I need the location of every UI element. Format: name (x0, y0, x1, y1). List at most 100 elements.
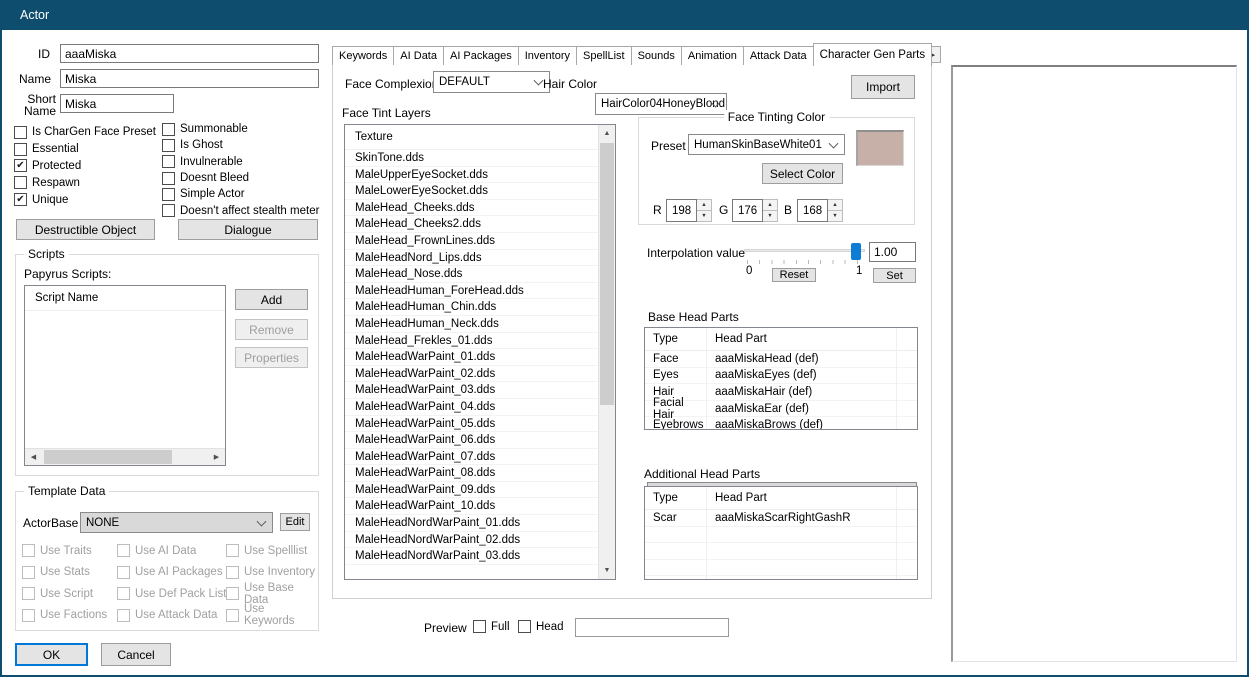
tab[interactable]: Attack Data (742, 46, 814, 65)
short-name-input[interactable]: Miska (60, 94, 174, 113)
ok-button[interactable]: OK (15, 643, 88, 666)
tab[interactable]: SpellList (576, 46, 632, 65)
spin-up-icon[interactable]: ▲ (828, 200, 842, 211)
interpolation-slider-thumb[interactable] (851, 243, 861, 260)
base-head-parts-table[interactable]: Type Head Part Face aaaMiskaHead (def) E… (644, 327, 918, 430)
tint-layer-row[interactable]: MaleHeadWarPaint_05.dds (345, 416, 598, 433)
tint-layer-row[interactable]: MaleHeadWarPaint_06.dds (345, 432, 598, 449)
tint-layer-row[interactable]: SkinTone.dds (345, 150, 598, 167)
scroll-up-icon[interactable]: ▲ (599, 125, 615, 142)
tint-layer-row[interactable]: MaleHeadWarPaint_08.dds (345, 465, 598, 482)
template-flag-checkbox[interactable] (117, 608, 130, 622)
template-flag-checkbox[interactable] (22, 587, 35, 601)
blue-value[interactable]: 168 (797, 199, 828, 222)
flag-checkbox[interactable] (14, 125, 27, 139)
script-properties-button[interactable]: Properties (235, 347, 308, 368)
template-flag-checkbox[interactable] (226, 544, 239, 558)
title-bar[interactable]: Actor (2, 2, 1247, 30)
tint-layer-row[interactable]: MaleHeadWarPaint_03.dds (345, 382, 598, 399)
actorbase-combo[interactable]: NONE (80, 512, 273, 533)
tint-layer-row[interactable]: MaleHeadWarPaint_09.dds (345, 482, 598, 499)
tint-layer-row[interactable]: MaleHead_Nose.dds (345, 266, 598, 283)
red-spinner[interactable]: 198 ▲ ▼ (666, 199, 712, 222)
green-value[interactable]: 176 (732, 199, 763, 222)
remove-script-button[interactable]: Remove (235, 319, 308, 340)
tint-layer-row[interactable]: MaleLowerEyeSocket.dds (345, 183, 598, 200)
head-part-row[interactable]: Scar aaaMiskaScarRightGashR (645, 510, 917, 527)
scroll-right-icon[interactable]: ▶ (208, 449, 225, 465)
add-script-button[interactable]: Add (235, 289, 308, 310)
tint-list-vertical-scrollbar[interactable]: ▲ ▼ (598, 125, 615, 579)
dialogue-button[interactable]: Dialogue (178, 219, 318, 240)
red-value[interactable]: 198 (666, 199, 697, 222)
tint-layer-row[interactable]: MaleHeadNord_Lips.dds (345, 250, 598, 267)
flag-checkbox[interactable] (14, 176, 27, 190)
tint-layer-row[interactable]: MaleHeadNordWarPaint_03.dds (345, 548, 598, 565)
tint-layer-row[interactable]: MaleHeadWarPaint_04.dds (345, 399, 598, 416)
additional-head-parts-table[interactable]: Type Head Part Scar aaaMiskaScarRightGas… (644, 486, 918, 580)
id-input[interactable]: aaaMiska (60, 44, 319, 63)
tint-layer-row[interactable]: MaleHeadWarPaint_01.dds (345, 349, 598, 366)
head-part-row[interactable]: Eyebrows aaaMiskaBrows (def) (645, 417, 917, 429)
template-flag-checkbox[interactable] (226, 587, 239, 601)
tab[interactable]: Keywords (332, 46, 395, 65)
template-flag-checkbox[interactable] (22, 544, 35, 558)
spin-down-icon[interactable]: ▼ (763, 211, 777, 221)
tint-layer-row[interactable]: MaleHeadHuman_Chin.dds (345, 299, 598, 316)
tint-layer-row[interactable]: MaleHeadWarPaint_02.dds (345, 366, 598, 383)
interpolation-value-input[interactable]: 1.00 (869, 242, 916, 262)
tab[interactable]: Animation (680, 46, 744, 65)
tab[interactable]: Inventory (517, 46, 577, 65)
template-flag-checkbox[interactable] (117, 565, 130, 579)
scroll-down-icon[interactable]: ▼ (599, 562, 615, 579)
tab[interactable]: AI Data (393, 46, 444, 65)
tint-layer-row[interactable]: MaleHead_Cheeks.dds (345, 200, 598, 217)
template-flag-checkbox[interactable] (226, 565, 239, 579)
template-flag-checkbox[interactable] (22, 565, 35, 579)
scrollbar-thumb[interactable] (600, 143, 614, 405)
tint-preset-combo[interactable]: HumanSkinBaseWhite01 (688, 134, 845, 155)
flag-checkbox[interactable] (162, 122, 175, 136)
tint-layer-row[interactable]: MaleHeadNordWarPaint_02.dds (345, 532, 598, 549)
preview-text-input[interactable] (575, 618, 729, 637)
tint-layer-row[interactable]: MaleHead_Frekles_01.dds (345, 333, 598, 350)
import-button[interactable]: Import (851, 75, 915, 99)
hair-color-combo[interactable]: HairColor04HoneyBlond (595, 93, 727, 115)
tab[interactable]: Character Gen Parts (812, 43, 933, 66)
spin-up-icon[interactable]: ▲ (697, 200, 711, 211)
edit-actorbase-button[interactable]: Edit (280, 513, 310, 531)
name-input[interactable]: Miska (60, 69, 319, 88)
tint-layer-row[interactable]: MaleUpperEyeSocket.dds (345, 167, 598, 184)
set-button[interactable]: Set (873, 268, 916, 283)
green-spinner[interactable]: 176 ▲ ▼ (732, 199, 778, 222)
flag-checkbox[interactable] (14, 142, 27, 156)
tint-layer-row[interactable]: MaleHead_FrownLines.dds (345, 233, 598, 250)
preview-head-checkbox[interactable] (518, 620, 531, 633)
spin-up-icon[interactable]: ▲ (763, 200, 777, 211)
flag-checkbox[interactable] (162, 204, 175, 218)
scrollbar-thumb[interactable] (44, 450, 172, 464)
tab[interactable]: AI Packages (442, 46, 519, 65)
flag-checkbox[interactable] (162, 187, 175, 201)
flag-checkbox[interactable] (162, 171, 175, 185)
render-preview-panel[interactable] (951, 65, 1237, 662)
cancel-button[interactable]: Cancel (101, 643, 171, 666)
template-flag-checkbox[interactable] (22, 608, 35, 622)
interpolation-slider-track[interactable] (744, 249, 865, 252)
template-flag-checkbox[interactable] (117, 544, 130, 558)
select-color-button[interactable]: Select Color (762, 163, 843, 184)
head-part-row[interactable]: Face aaaMiskaHead (def) (645, 351, 917, 368)
template-flag-checkbox[interactable] (117, 587, 130, 601)
template-flag-checkbox[interactable] (226, 608, 239, 622)
scripts-horizontal-scrollbar[interactable]: ◀ ▶ (25, 448, 225, 465)
blue-spinner[interactable]: 168 ▲ ▼ (797, 199, 843, 222)
head-part-row[interactable]: Eyes aaaMiskaEyes (def) (645, 367, 917, 385)
face-tint-layers-list[interactable]: Texture SkinTone.dds MaleUpperEyeSocket.… (344, 124, 616, 580)
tint-layer-row[interactable]: MaleHead_Cheeks2.dds (345, 216, 598, 233)
tint-layer-row[interactable]: MaleHeadWarPaint_07.dds (345, 449, 598, 466)
destructible-object-button[interactable]: Destructible Object (16, 219, 155, 240)
spin-down-icon[interactable]: ▼ (697, 211, 711, 221)
flag-checkbox[interactable] (162, 155, 175, 169)
reset-button[interactable]: Reset (772, 268, 816, 282)
flag-checkbox[interactable] (162, 138, 175, 152)
